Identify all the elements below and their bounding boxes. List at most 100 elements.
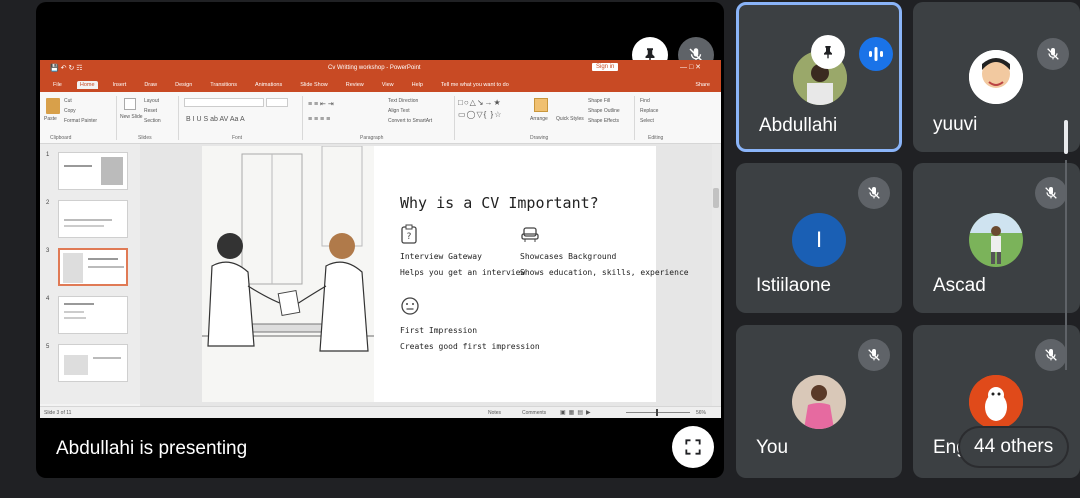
- group-editing: Editing: [648, 135, 664, 141]
- section-button[interactable]: Section: [144, 118, 161, 124]
- tab-design[interactable]: Design: [172, 81, 195, 89]
- thumb-number: 3: [46, 248, 50, 254]
- current-slide[interactable]: Why is a CV Important? ? Interview Gatew…: [202, 146, 689, 402]
- divider: [454, 96, 455, 140]
- speaking-indicator: [859, 37, 893, 71]
- avatar-initial: I: [815, 227, 823, 252]
- tab-review[interactable]: Review: [343, 81, 367, 89]
- text-direction-button[interactable]: Text Direction: [388, 98, 418, 104]
- font-name-dropdown[interactable]: [184, 98, 264, 107]
- tab-home[interactable]: Home: [76, 81, 98, 89]
- cut-button[interactable]: Cut: [64, 98, 72, 104]
- ppt-status-bar: Slide 3 of 11 Notes Comments ▣▦▤▶ 56%: [40, 406, 721, 418]
- paste-button[interactable]: Paste: [44, 116, 57, 122]
- tab-file[interactable]: File: [50, 81, 65, 89]
- paragraph-buttons[interactable]: ≡ ≡ ⇤ ⇥: [308, 100, 334, 108]
- presentation-stage[interactable]: 💾 ↶ ↻ ☶ Cv Writting workshop - PowerPoin…: [36, 2, 724, 478]
- participant-name: Ascad: [933, 275, 986, 296]
- font-size-dropdown[interactable]: [266, 98, 288, 107]
- participant-name: Abdullahi: [759, 115, 838, 136]
- new-slide-icon: [124, 98, 136, 110]
- slide-thumbnail-2[interactable]: [58, 200, 128, 238]
- shape-effects-button[interactable]: Shape Effects: [588, 118, 619, 124]
- new-slide-button[interactable]: New Slide: [120, 114, 143, 120]
- quick-styles-button[interactable]: Quick Styles: [556, 116, 584, 122]
- replace-button[interactable]: Replace: [640, 108, 658, 114]
- find-button[interactable]: Find: [640, 98, 650, 104]
- format-painter-button[interactable]: Format Painter: [64, 118, 97, 124]
- svg-text:?: ?: [407, 232, 412, 242]
- participant-tile-ascad[interactable]: Ascad: [913, 163, 1080, 313]
- mic-off-icon: [868, 349, 880, 361]
- group-font: Font: [232, 135, 243, 141]
- shapes-gallery[interactable]: □○△↘→★: [458, 98, 502, 107]
- tiles-scrollbar-thumb[interactable]: [1064, 120, 1068, 154]
- tab-slide-show[interactable]: Slide Show: [297, 81, 331, 89]
- ribbon-tabs: File Home Insert Draw Design Transitions…: [40, 78, 721, 92]
- tab-insert[interactable]: Insert: [110, 81, 130, 89]
- arrange-button[interactable]: Arrange: [530, 116, 548, 122]
- participant-tile-abdullahi[interactable]: Abdullahi: [736, 2, 902, 152]
- pin-button[interactable]: [811, 35, 845, 69]
- avatar: [792, 375, 846, 429]
- tab-animations[interactable]: Animations: [252, 81, 285, 89]
- share-button[interactable]: Share: [692, 81, 713, 89]
- notes-button[interactable]: Notes: [488, 410, 501, 416]
- tell-me-search[interactable]: Tell me what you want to do: [438, 81, 512, 89]
- divider: [302, 96, 303, 140]
- reset-button[interactable]: Reset: [144, 108, 157, 114]
- slide-thumbnail-3-selected[interactable]: [58, 248, 128, 286]
- view-buttons[interactable]: ▣▦▤▶: [560, 409, 594, 416]
- participant-tile-istiilaone[interactable]: I Istiilaone: [736, 163, 902, 313]
- mic-off-icon: [1047, 48, 1059, 60]
- font-format-buttons[interactable]: B I U S ab AV Aa A: [186, 116, 245, 123]
- mic-off-icon: [1045, 349, 1057, 361]
- group-paragraph: Paragraph: [360, 135, 384, 141]
- thumb-number: 1: [46, 152, 50, 158]
- zoom-level: 56%: [696, 410, 707, 416]
- tab-help[interactable]: Help: [409, 81, 426, 89]
- zoom-slider[interactable]: [626, 409, 690, 416]
- participant-name: yuuvi: [933, 114, 978, 135]
- copy-button[interactable]: Copy: [64, 108, 76, 114]
- participant-name: Istiilaone: [756, 275, 831, 296]
- shapes-gallery-row2[interactable]: ▭◯▽{ }☆: [458, 110, 502, 119]
- shape-fill-button[interactable]: Shape Fill: [588, 98, 610, 104]
- divider: [178, 96, 179, 140]
- item-desc: Shows education, skills, experience: [520, 268, 689, 277]
- muted-indicator: [858, 339, 890, 371]
- avatar: [969, 375, 1023, 429]
- vertical-scrollbar[interactable]: [712, 144, 720, 406]
- avatar: I: [792, 213, 846, 267]
- item-desc: Helps you get an interview: [400, 268, 526, 277]
- slide-thumbnail-1[interactable]: [58, 152, 128, 190]
- clipboard-question-icon: ?: [401, 224, 417, 244]
- shape-outline-button[interactable]: Shape Outline: [588, 108, 620, 114]
- slide-thumbnails-pane[interactable]: 1 2 3 4 5: [40, 144, 140, 404]
- sign-in-button[interactable]: Sign in: [592, 63, 619, 71]
- participant-name: You: [756, 437, 789, 458]
- powerpoint-window[interactable]: 💾 ↶ ↻ ☶ Cv Writting workshop - PowerPoin…: [40, 60, 721, 418]
- ppt-titlebar: 💾 ↶ ↻ ☶ Cv Writting workshop - PowerPoin…: [40, 60, 721, 78]
- tab-transitions[interactable]: Transitions: [207, 81, 240, 89]
- tiles-scrollbar-track: [1065, 160, 1067, 370]
- select-button[interactable]: Select: [640, 118, 654, 124]
- tab-draw[interactable]: Draw: [141, 81, 160, 89]
- quick-access-icons: 💾 ↶ ↻ ☶: [50, 65, 83, 72]
- layout-button[interactable]: Layout: [144, 98, 159, 104]
- participant-tile-you[interactable]: You: [736, 325, 902, 478]
- fullscreen-button[interactable]: [672, 426, 714, 468]
- others-button[interactable]: 44 others: [960, 428, 1068, 466]
- align-text-button[interactable]: Align Text: [388, 108, 410, 114]
- slide-thumbnail-5[interactable]: [58, 344, 128, 382]
- convert-smartart-button[interactable]: Convert to SmartArt: [388, 118, 432, 124]
- tab-view[interactable]: View: [379, 81, 397, 89]
- thumb-number: 2: [46, 200, 50, 206]
- slide-thumbnail-4[interactable]: [58, 296, 128, 334]
- ribbon: Paste Cut Copy Format Painter Clipboard …: [40, 92, 721, 144]
- participant-tile-yuuvi[interactable]: yuuvi: [913, 2, 1080, 152]
- comments-button[interactable]: Comments: [522, 410, 546, 416]
- window-controls[interactable]: — □ ✕: [680, 63, 701, 71]
- paste-icon: [46, 98, 60, 114]
- alignment-buttons[interactable]: ≡ ≡ ≡ ≡: [308, 116, 330, 123]
